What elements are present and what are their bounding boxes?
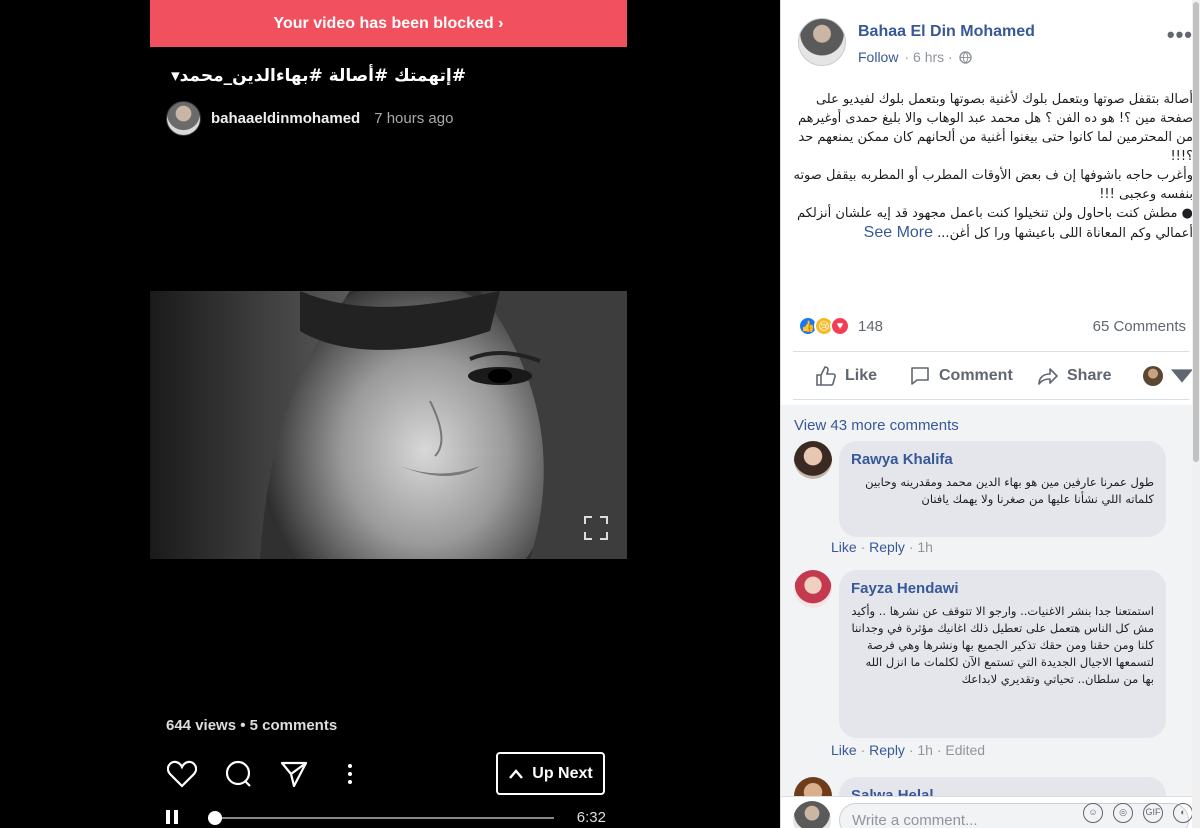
video-pane: Your video has been blocked › #إتهمتك #أ… [0, 0, 780, 828]
commenter-name[interactable]: Fayza Hendawi [851, 580, 1154, 597]
comment-bubble: Fayza Hendawi استمتعنا جدا بنشر الاغنيات… [839, 570, 1166, 738]
scrollbar-thumb[interactable] [1193, 2, 1199, 462]
reactions-summary[interactable]: 👍 😢 ♥ 148 [798, 316, 883, 336]
commenter-avatar[interactable] [794, 570, 832, 608]
post-header: Bahaa El Din Mohamed Follow · 6 hrs · ••… [798, 18, 1193, 70]
comment-bubble-icon [911, 367, 929, 385]
caret-down-icon [1171, 369, 1193, 383]
up-next-label: Up Next [532, 764, 593, 782]
progress-thumb[interactable] [208, 811, 223, 825]
views-and-comments: 644 views • 5 comments [166, 717, 338, 734]
video-thumbnail [150, 291, 627, 559]
divider [793, 351, 1189, 352]
reaction-picker[interactable] [1143, 365, 1193, 387]
globe-icon [959, 50, 972, 64]
up-next-button[interactable]: Up Next [496, 752, 605, 795]
comment-like-link[interactable]: Like [831, 539, 857, 555]
follow-link[interactable]: Follow [858, 49, 898, 65]
video-duration: 6:32 [576, 809, 606, 826]
post-paragraph: وأغرب حاجه باشوفها إن ف بعض الأوقات المط… [793, 168, 1193, 202]
gif-icon[interactable]: GIF [1143, 803, 1163, 823]
send-icon[interactable] [278, 758, 310, 790]
comment-time: · 1h [908, 539, 933, 555]
post-meta: Follow · 6 hrs · [858, 49, 972, 65]
camera-icon[interactable]: ◎ [1113, 803, 1133, 823]
thumbs-up-icon [816, 366, 836, 386]
post-paragraph: ● مطش كنت باحاول ولن تنخيلوا كنت باعمل م… [797, 206, 1193, 241]
share-button[interactable]: Share [1037, 365, 1111, 387]
chevron-up-icon [509, 768, 524, 779]
video-author-row: bahaaeldinmohamed 7 hours ago [166, 101, 453, 136]
video-author-name[interactable]: bahaaeldinmohamed [211, 110, 360, 127]
scrollbar[interactable] [1192, 0, 1200, 828]
player-controls: 6:32 [166, 806, 606, 828]
see-more-link[interactable]: See More [864, 224, 933, 241]
comment-actions: Like · Reply · 1h · Edited [831, 742, 986, 758]
post-options-icon[interactable]: ••• [1167, 22, 1193, 48]
share-label: Share [1067, 367, 1112, 384]
more-vertical-icon[interactable] [334, 758, 366, 790]
comment-reply-link[interactable]: Reply [869, 539, 905, 555]
post-paragraph: أصالة بتقفل صوتها وبتعمل بلوك لأغنية بصو… [798, 92, 1193, 164]
commenter-avatar[interactable] [794, 441, 832, 479]
love-reaction-icon: ♥ [830, 316, 850, 336]
post-author-avatar[interactable] [798, 18, 846, 66]
fullscreen-icon[interactable] [583, 515, 609, 541]
comments-count-link[interactable]: 65 Comments [1093, 318, 1186, 335]
comment-time: · 1h · Edited [908, 742, 986, 758]
comment-composer: Write a comment... ☺ ◎ GIF ◐ [781, 796, 1200, 828]
comments-section: View 43 more comments Rawya Khalifa طول … [781, 405, 1200, 817]
heart-icon[interactable] [166, 758, 198, 790]
emoji-icon[interactable]: ☺ [1083, 803, 1103, 823]
view-more-comments-link[interactable]: View 43 more comments [794, 417, 959, 434]
like-label: Like [845, 367, 878, 384]
video-posted-time: 7 hours ago [374, 110, 454, 127]
video-frame[interactable] [150, 291, 627, 559]
commenter-name[interactable]: Rawya Khalifa [851, 451, 1154, 468]
comment-text: طول عمرنا عارفين مين هو بهاء الدين محمد … [865, 475, 1154, 506]
sticker-icon[interactable]: ◐ [1173, 803, 1193, 823]
my-avatar [793, 801, 831, 828]
comment-label: Comment [939, 367, 1013, 384]
blocked-banner[interactable]: Your video has been blocked › [150, 0, 627, 47]
comment-icon[interactable] [222, 758, 254, 790]
comment-like-link[interactable]: Like [831, 742, 857, 758]
comment-bubble: Rawya Khalifa طول عمرنا عارفين مين هو به… [839, 441, 1166, 537]
post-actions: Like Comment Share [793, 356, 1193, 396]
comment-actions: Like · Reply · 1h [831, 539, 933, 555]
profile-picker-avatar [1143, 366, 1163, 386]
reaction-count: 148 [858, 317, 884, 335]
video-actions [166, 758, 366, 790]
comment-button[interactable]: Comment [909, 365, 1013, 387]
divider [793, 399, 1189, 400]
post-author-name[interactable]: Bahaa El Din Mohamed [858, 23, 1035, 41]
video-hashtags[interactable]: #إتهمتك #أصالة #بهاءالدين_محمد▾ [166, 66, 466, 86]
post-body: أصالة بتقفل صوتها وبتعمل بلوك لأغنية بصو… [793, 90, 1193, 243]
comment-reply-link[interactable]: Reply [869, 742, 905, 758]
facebook-post-pane: Bahaa El Din Mohamed Follow · 6 hrs · ••… [780, 0, 1200, 828]
progress-track[interactable] [208, 817, 554, 819]
post-time[interactable]: · 6 hrs · [904, 49, 952, 65]
pause-icon[interactable] [166, 808, 184, 826]
author-avatar[interactable] [166, 101, 201, 136]
like-button[interactable]: Like [815, 365, 877, 387]
comment-text: استمتعنا جدا بنشر الاغنيات.. وارجو الا ت… [851, 604, 1154, 686]
share-arrow-icon [1038, 368, 1058, 385]
composer-icons: ☺ ◎ GIF ◐ [1083, 803, 1193, 823]
